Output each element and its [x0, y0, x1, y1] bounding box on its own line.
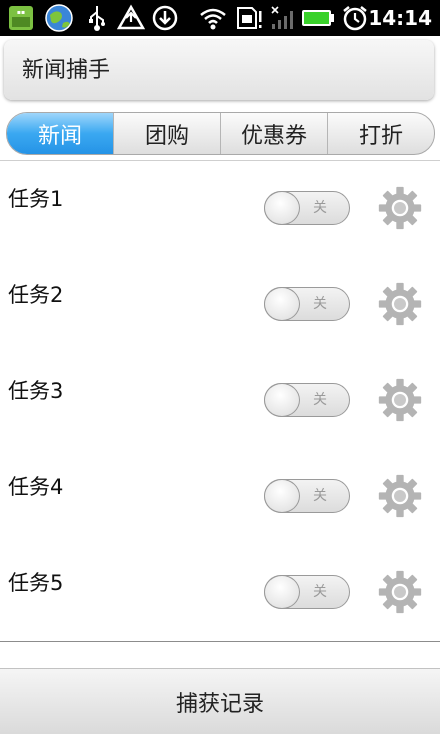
tab-news[interactable]: 新闻	[7, 113, 113, 154]
task-toggle[interactable]: 关	[264, 287, 350, 321]
task-toggle[interactable]: 关	[264, 575, 350, 609]
toggle-state-label: 关	[313, 392, 327, 408]
tab-discounts[interactable]: 打折	[327, 113, 434, 154]
toggle-state-label: 关	[313, 296, 327, 312]
capture-records-button[interactable]: 捕获记录	[0, 668, 440, 734]
gear-icon[interactable]	[377, 473, 423, 519]
signal-icon	[268, 4, 298, 32]
toggle-knob	[264, 575, 300, 609]
task-row: 任务1 关	[0, 161, 440, 258]
task-row: 任务2 关	[0, 257, 440, 354]
toggle-state-label: 关	[313, 200, 327, 216]
tab-group-buy[interactable]: 团购	[113, 113, 220, 154]
task-row: 任务4 关	[0, 449, 440, 546]
task-label: 任务3	[8, 379, 64, 403]
download-icon	[150, 4, 180, 32]
task-label: 任务4	[8, 475, 64, 499]
task-toggle[interactable]: 关	[264, 191, 350, 225]
toggle-knob	[264, 191, 300, 225]
page-title: 新闻捕手	[22, 58, 111, 83]
app-icon: ▪▪	[6, 4, 36, 32]
globe-icon	[42, 4, 76, 32]
task-label: 任务2	[8, 283, 64, 307]
toggle-state-label: 关	[313, 584, 327, 600]
toggle-state-label: 关	[313, 488, 327, 504]
sim-icon	[234, 4, 264, 32]
usb-icon	[84, 4, 110, 32]
gear-icon[interactable]	[377, 281, 423, 327]
svg-text:▪▪: ▪▪	[17, 9, 25, 16]
task-row: 任务5 关	[0, 545, 440, 642]
capture-records-label: 捕获记录	[175, 691, 264, 717]
alarm-icon	[340, 4, 370, 32]
wifi-icon	[198, 4, 228, 32]
status-bar: ▪▪ 14:14	[0, 0, 440, 36]
toggle-knob	[264, 479, 300, 513]
task-row: 任务3 关	[0, 353, 440, 450]
battery-icon	[300, 4, 336, 32]
status-time: 14:14	[368, 6, 432, 30]
toggle-knob	[264, 383, 300, 417]
category-tabs: 新闻 团购 优惠券 打折	[6, 112, 435, 155]
task-label: 任务5	[8, 571, 64, 595]
task-toggle[interactable]: 关	[264, 383, 350, 417]
gear-icon[interactable]	[377, 569, 423, 615]
task-label: 任务1	[8, 187, 64, 211]
title-bar: 新闻捕手	[4, 40, 434, 100]
toggle-knob	[264, 287, 300, 321]
warning-icon	[116, 4, 146, 32]
gear-icon[interactable]	[377, 185, 423, 231]
tab-coupons[interactable]: 优惠券	[220, 113, 327, 154]
gear-icon[interactable]	[377, 377, 423, 423]
task-toggle[interactable]: 关	[264, 479, 350, 513]
